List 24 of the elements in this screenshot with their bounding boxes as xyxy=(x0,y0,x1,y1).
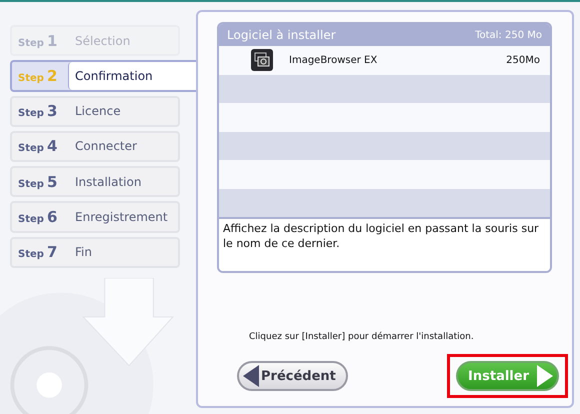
step-label: Enregistrement xyxy=(74,210,168,224)
step-number: Step 1 xyxy=(17,32,58,50)
step-label: Confirmation xyxy=(68,62,196,90)
camera-photos-icon xyxy=(251,49,273,72)
step-number: Step 4 xyxy=(17,137,58,156)
step-number: Step 3 xyxy=(17,102,58,120)
step-label: Installation xyxy=(74,174,142,189)
step-number: Step 5 xyxy=(17,172,58,191)
step-number: Step 2 xyxy=(17,66,58,85)
step-label: Sélection xyxy=(74,34,130,48)
software-name: ImageBrowser EX xyxy=(289,54,378,66)
right-arrow-icon xyxy=(537,365,553,387)
step-label: Fin xyxy=(74,245,92,260)
software-size: 250Mo xyxy=(506,54,540,66)
step-label: Licence xyxy=(74,104,121,118)
description-text: Affichez la description du logiciel en passant la souris sur le nom de ce dernier. xyxy=(219,217,550,271)
left-arrow-icon xyxy=(243,365,259,387)
step-label: Connecter xyxy=(74,139,137,154)
instruction-text: Cliquez sur [Installer] pour démarrer l'installation. xyxy=(248,332,475,342)
back-button[interactable]: Précédent xyxy=(237,361,348,391)
step-number: Step 7 xyxy=(17,243,58,262)
step-number: Step 6 xyxy=(17,208,58,226)
table-title: Logiciel à installer xyxy=(227,28,336,42)
total-size: Total: 250 Mo xyxy=(475,30,542,40)
